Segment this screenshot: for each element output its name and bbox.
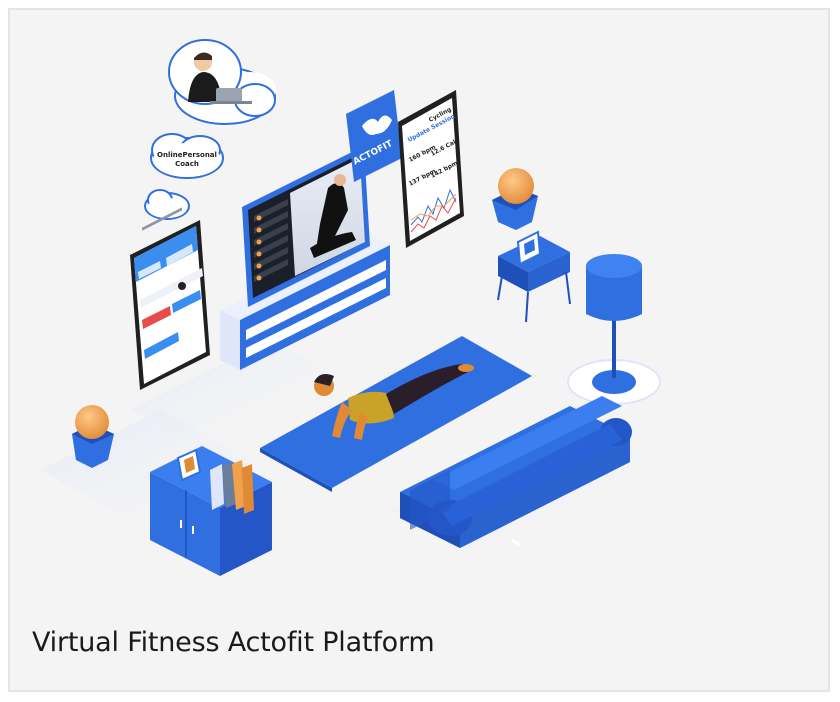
plant-pot-left-icon [72,405,114,468]
svg-text:Coach: Coach [175,160,199,168]
plant-pot-icon [492,168,538,230]
figure-card: OnlinePersonal Coach ACTOFIT Cycling Upd… [8,8,830,692]
personal-coach-cloud-icon: OnlinePersonal Coach [150,133,224,179]
fitness-room-illustration: OnlinePersonal Coach ACTOFIT Cycling Upd… [40,39,661,576]
cloud-label: OnlinePersonal [157,151,217,159]
cloud-icon [144,189,190,220]
coach-cloud-icon [168,39,276,125]
lamp-icon [567,254,661,405]
actofit-logo-icon: ACTOFIT [346,90,402,182]
left-phone-icon [130,207,210,390]
right-phone-icon: Cycling Update Session 160 bpm 12.6 Cal … [398,90,464,248]
figure-caption: Virtual Fitness Actofit Platform [32,627,435,658]
